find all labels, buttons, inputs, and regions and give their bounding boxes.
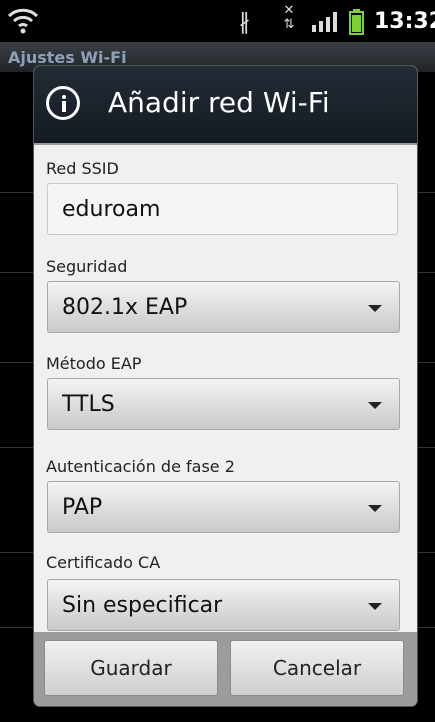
eap-method-label: Método EAP bbox=[46, 354, 142, 373]
ca-cert-dropdown[interactable]: Sin especificar bbox=[47, 579, 400, 631]
dropdown-arrow-icon bbox=[368, 305, 382, 312]
phase2-auth-label: Autenticación de fase 2 bbox=[46, 457, 235, 476]
phase2-auth-value: PAP bbox=[62, 495, 103, 520]
security-value: 802.1x EAP bbox=[62, 295, 188, 320]
ssid-input[interactable]: eduroam bbox=[47, 183, 398, 235]
ca-cert-label: Certificado CA bbox=[46, 553, 161, 572]
dialog-header: Añadir red Wi-Fi bbox=[34, 66, 417, 145]
dialog-title: Añadir red Wi-Fi bbox=[108, 86, 330, 119]
status-time: 13:32 bbox=[374, 9, 435, 34]
eap-method-value: TTLS bbox=[62, 392, 115, 417]
ssid-label: Red SSID bbox=[46, 159, 119, 178]
dropdown-arrow-icon bbox=[368, 402, 382, 409]
dropdown-arrow-icon bbox=[368, 505, 382, 512]
save-button[interactable]: Guardar bbox=[44, 640, 218, 696]
data-transfer-icon: ✕ ⇅ bbox=[283, 3, 295, 32]
cancel-button[interactable]: Cancelar bbox=[230, 640, 404, 696]
wifi-icon bbox=[7, 8, 39, 34]
eap-method-dropdown[interactable]: TTLS bbox=[47, 378, 400, 430]
ca-cert-value: Sin especificar bbox=[62, 593, 223, 618]
add-wifi-network-dialog: Añadir red Wi-Fi Red SSID eduroam Seguri… bbox=[34, 66, 417, 706]
security-dropdown[interactable]: 802.1x EAP bbox=[47, 281, 400, 333]
dialog-body[interactable]: Red SSID eduroam Seguridad 802.1x EAP Mé… bbox=[34, 145, 417, 632]
battery-icon bbox=[349, 9, 364, 35]
signal-icon bbox=[312, 12, 337, 32]
phase2-auth-dropdown[interactable]: PAP bbox=[47, 481, 400, 533]
background-screen-title: Ajustes Wi-Fi bbox=[8, 48, 127, 67]
dropdown-arrow-icon bbox=[368, 603, 382, 610]
ssid-value: eduroam bbox=[62, 197, 161, 222]
dialog-button-bar: Guardar Cancelar bbox=[34, 632, 417, 706]
status-bar: ∦ ✕⇅ 13:32 bbox=[0, 0, 435, 42]
info-icon bbox=[46, 86, 80, 120]
security-label: Seguridad bbox=[46, 257, 128, 276]
bluetooth-icon: ∦ bbox=[239, 10, 250, 35]
